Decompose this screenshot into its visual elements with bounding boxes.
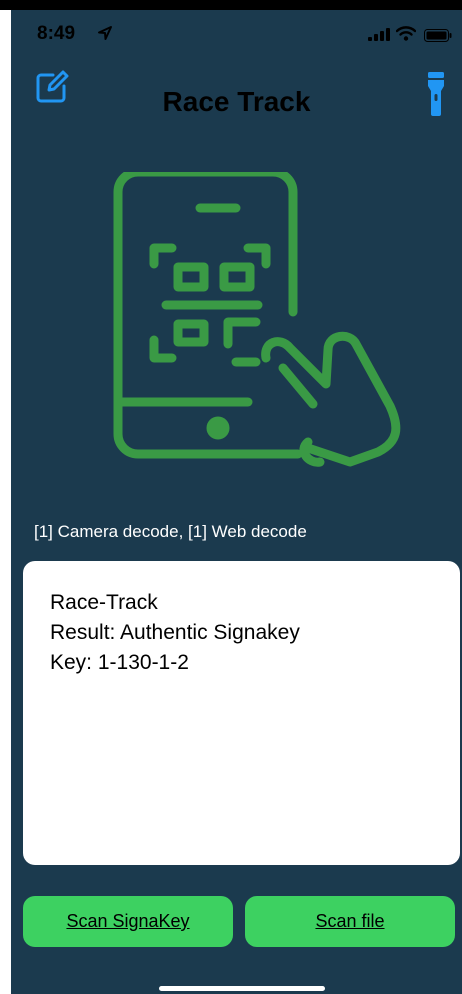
result-line-name: Race-Track — [50, 591, 158, 614]
home-indicator — [159, 986, 325, 991]
wifi-icon — [396, 26, 416, 41]
phone-qr-scan-icon — [113, 172, 401, 467]
scan-signakey-button[interactable]: Scan SignaKey — [23, 896, 233, 947]
cellular-signal-icon — [368, 28, 390, 41]
status-bar: 8:49 — [11, 10, 462, 56]
decode-counts: [1] Camera decode, [1] Web decode — [34, 522, 307, 541]
result-panel: Race-Track Result: Authentic Signakey Ke… — [23, 561, 460, 865]
left-edge — [0, 10, 11, 994]
result-line-status: Result: Authentic Signakey — [50, 621, 300, 644]
top-edge — [0, 0, 462, 10]
status-time: 8:49 — [37, 23, 76, 44]
result-line-key: Key: 1-130-1-2 — [50, 651, 189, 674]
flashlight-icon[interactable] — [425, 72, 447, 116]
app-screen: 8:49 Race Track [1] Camera decode, [1] W… — [11, 10, 462, 994]
location-arrow-icon — [98, 26, 112, 40]
scan-file-button[interactable]: Scan file — [245, 896, 455, 947]
battery-icon — [424, 29, 452, 42]
page-title: Race Track — [162, 86, 311, 117]
